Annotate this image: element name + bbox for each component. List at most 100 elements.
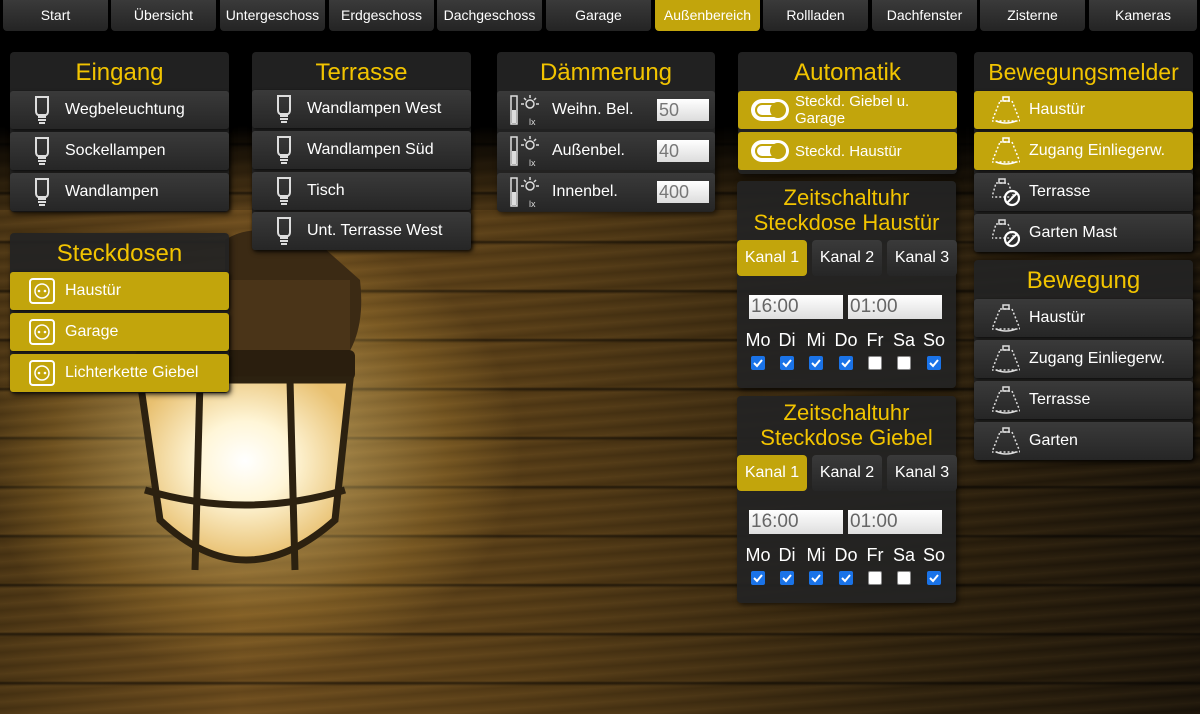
row-label: Garten Mast: [1029, 224, 1118, 241]
weekday-checkbox-fr[interactable]: [868, 571, 882, 585]
light-bulb-icon: [35, 96, 49, 124]
lux-unit-label: lx: [529, 199, 536, 209]
weekday-checkbox-di[interactable]: [780, 571, 794, 585]
motion-row-terrasse[interactable]: Terrasse: [974, 381, 1193, 419]
sensor-row-haustuer[interactable]: Haustür: [974, 91, 1193, 129]
light-bulb-icon: [277, 217, 291, 245]
sensor-row-garten-mast[interactable]: Garten Mast: [974, 214, 1193, 252]
light-row-unt-terrasse-west[interactable]: Unt. Terrasse West: [252, 212, 471, 250]
weekday-checkbox-fr[interactable]: [868, 356, 882, 370]
weekday-checkbox-do[interactable]: [839, 571, 853, 585]
tab-erdgeschoss[interactable]: Erdgeschoss: [329, 0, 434, 31]
panel-daemmerung: Dämmerung lx Weihn. Bel. 50 lx Außenbel.…: [497, 52, 715, 212]
weekday-checkbox-so[interactable]: [927, 356, 941, 370]
day-label-mo: Mo: [745, 330, 771, 350]
day-label-mi: Mi: [806, 330, 826, 350]
sensor-row-terrasse[interactable]: Terrasse: [974, 173, 1193, 211]
day-label-mi: Mi: [806, 545, 826, 565]
light-row-wandlampen-sued[interactable]: Wandlampen Süd: [252, 131, 471, 169]
panel-title: Bewegungsmelder: [988, 59, 1179, 85]
light-row-wandlampen-west[interactable]: Wandlampen West: [252, 90, 471, 128]
off-time-input[interactable]: 01:00: [848, 510, 942, 534]
weekday-checkbox-mi[interactable]: [809, 356, 823, 370]
weekday-checkbox-sa[interactable]: [897, 356, 911, 370]
timer-title-line1: Zeitschaltuhr: [783, 400, 910, 425]
motion-sensor-icon: [992, 386, 1020, 414]
tab-zisterne[interactable]: Zisterne: [980, 0, 1085, 31]
row-label: Innenbel.: [552, 183, 618, 200]
dusk-sensor-icon: lx: [510, 136, 539, 168]
socket-row-haustuer[interactable]: Haustür: [10, 272, 229, 310]
power-socket-icon: [29, 319, 55, 345]
tab-untergeschoss[interactable]: Untergeschoss: [220, 0, 325, 31]
motion-sensor-icon: [992, 137, 1020, 165]
tab-garage[interactable]: Garage: [546, 0, 651, 31]
motion-row-haustuer[interactable]: Haustür: [974, 299, 1193, 337]
panel-title: Automatik: [794, 59, 901, 86]
panel-title: Terrasse: [315, 59, 408, 86]
socket-row-garage[interactable]: Garage: [10, 313, 229, 351]
motion-row-garten[interactable]: Garten: [974, 422, 1193, 460]
motion-sensor-icon: [992, 427, 1020, 455]
tab-aussenbereich[interactable]: Außenbereich: [655, 0, 760, 31]
dusk-row-innenbel: lx Innenbel. 400: [497, 173, 715, 211]
on-time-input[interactable]: 16:00: [749, 510, 843, 534]
automation-row-steckd-giebel-garage[interactable]: Steckd. Giebel u. Garage: [738, 91, 957, 129]
light-bulb-icon: [277, 177, 291, 205]
motion-row-zugang-einliegerw[interactable]: Zugang Einliegerw.: [974, 340, 1193, 378]
day-label-di: Di: [778, 545, 796, 565]
weekday-checkbox-mi[interactable]: [809, 571, 823, 585]
sensor-row-zugang-einliegerw[interactable]: Zugang Einliegerw.: [974, 132, 1193, 170]
row-label: Weihn. Bel.: [552, 101, 634, 118]
threshold-input-weihn-bel[interactable]: 50: [657, 99, 709, 121]
channel-tab-2[interactable]: Kanal 2: [812, 240, 882, 276]
panel-eingang: Eingang Wegbeleuchtung Sockellampen Wand…: [10, 52, 229, 212]
tab-start[interactable]: Start: [3, 0, 108, 31]
weekday-checkbox-mo[interactable]: [751, 571, 765, 585]
light-row-wandlampen[interactable]: Wandlampen: [10, 173, 229, 211]
tab-rollladen[interactable]: Rollladen: [763, 0, 868, 31]
row-label: Zugang Einliegerw.: [1029, 142, 1166, 159]
weekday-checkbox-so[interactable]: [927, 571, 941, 585]
row-label: Steckd. Giebel u. Garage: [795, 93, 910, 127]
channel-tab-2[interactable]: Kanal 2: [812, 455, 882, 491]
weekday-checkbox-do[interactable]: [839, 356, 853, 370]
tab-kameras[interactable]: Kameras: [1089, 0, 1197, 31]
lux-unit-label: lx: [529, 117, 536, 127]
row-label: Sockellampen: [65, 142, 166, 159]
channel-tab-1[interactable]: Kanal 1: [737, 240, 807, 276]
light-row-wegbeleuchtung[interactable]: Wegbeleuchtung: [10, 91, 229, 129]
row-label: Wandlampen Süd: [307, 141, 434, 158]
tab-dachgeschoss[interactable]: Dachgeschoss: [437, 0, 542, 31]
channel-tab-1[interactable]: Kanal 1: [737, 455, 807, 491]
automation-row-steckd-haustuer[interactable]: Steckd. Haustür: [738, 132, 957, 170]
light-row-sockellampen[interactable]: Sockellampen: [10, 132, 229, 170]
channel-tab-3[interactable]: Kanal 3: [887, 455, 957, 491]
tab-uebersicht[interactable]: Übersicht: [111, 0, 216, 31]
toggle-switch-icon[interactable]: [751, 140, 789, 162]
socket-row-lichterkette-giebel[interactable]: Lichterkette Giebel: [10, 354, 229, 392]
motion-sensor-icon: [992, 96, 1020, 124]
on-time-input[interactable]: 16:00: [749, 295, 843, 319]
day-label-so: So: [922, 330, 946, 350]
power-socket-icon: [29, 360, 55, 386]
timer-title-line1: Zeitschaltuhr: [783, 185, 910, 210]
light-row-tisch[interactable]: Tisch: [252, 172, 471, 210]
threshold-input-aussenbel[interactable]: 40: [657, 140, 709, 162]
panel-timer-haustuer: Zeitschaltuhr Steckdose Haustür Kanal 1 …: [737, 181, 957, 388]
weekday-checkbox-sa[interactable]: [897, 571, 911, 585]
day-label-do: Do: [834, 545, 858, 565]
day-label-sa: Sa: [892, 545, 916, 565]
channel-tab-3[interactable]: Kanal 3: [887, 240, 957, 276]
toggle-switch-icon[interactable]: [751, 99, 789, 121]
main-navigation: Start Übersicht Untergeschoss Erdgeschos…: [3, 0, 1197, 31]
tab-dachfenster[interactable]: Dachfenster: [872, 0, 977, 31]
timer-title-line2: Steckdose Giebel: [760, 425, 933, 450]
off-time-input[interactable]: 01:00: [848, 295, 942, 319]
weekday-checkbox-mo[interactable]: [751, 356, 765, 370]
row-label: Wegbeleuchtung: [65, 101, 185, 118]
threshold-input-innenbel[interactable]: 400: [657, 181, 709, 203]
row-label: Tisch: [307, 182, 345, 199]
weekday-checkbox-di[interactable]: [780, 356, 794, 370]
row-label: Haustür: [65, 282, 122, 299]
